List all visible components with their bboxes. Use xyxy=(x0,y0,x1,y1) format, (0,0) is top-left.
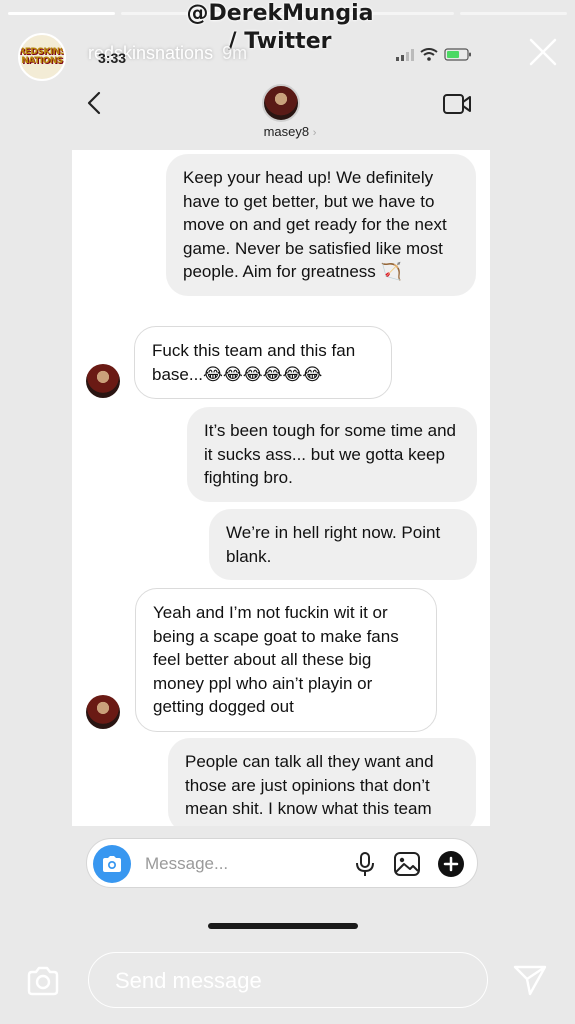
add-circle-icon[interactable] xyxy=(437,850,465,878)
phone-status-icons xyxy=(396,48,472,61)
story-time-ago: 9m xyxy=(222,43,248,63)
sender-avatar[interactable] xyxy=(86,695,120,729)
message-composer xyxy=(86,838,478,888)
message-input[interactable] xyxy=(145,851,345,877)
microphone-icon[interactable] xyxy=(351,850,379,878)
signal-icon xyxy=(396,48,414,61)
send-message-field[interactable] xyxy=(88,952,488,1008)
chevron-right-icon: › xyxy=(312,127,317,139)
send-icon[interactable] xyxy=(512,962,548,998)
progress-segment xyxy=(460,12,567,15)
message-text: Keep your head up! We definitely have to… xyxy=(183,168,447,281)
message-bubble-outgoing[interactable]: We’re in hell right now. Point blank. xyxy=(209,509,477,580)
story-avatar[interactable]: REDSKINS NATIONS xyxy=(18,33,66,81)
message-text: People can talk all they want and those … xyxy=(185,752,434,818)
message-text: We’re in hell right now. Point blank. xyxy=(226,523,441,566)
sender-avatar[interactable] xyxy=(86,364,120,398)
message-bubble-incoming[interactable]: Fuck this team and this fan base...😂😂😂😂😂… xyxy=(134,326,392,399)
message-bubble-incoming[interactable]: Yeah and I’m not fuckin wit it or being … xyxy=(135,588,437,732)
camera-icon[interactable] xyxy=(26,964,60,998)
battery-icon xyxy=(444,48,471,61)
message-text: Yeah and I’m not fuckin wit it or being … xyxy=(153,603,399,716)
message-text: It’s been tough for some time and it suc… xyxy=(204,421,457,487)
message-bubble-outgoing[interactable]: Keep your head up! We definitely have to… xyxy=(166,154,476,296)
video-call-icon[interactable] xyxy=(442,92,472,116)
send-message-input[interactable] xyxy=(115,967,455,995)
message-text: Fuck this team and this fan base...😂😂😂😂😂… xyxy=(152,341,356,384)
back-chevron-icon[interactable] xyxy=(80,88,110,118)
message-bubble-outgoing[interactable]: It’s been tough for some time and it suc… xyxy=(187,407,477,502)
avatar-logo-text: REDSKINS NATIONS xyxy=(18,47,66,66)
progress-segment xyxy=(8,12,115,15)
home-indicator xyxy=(208,923,358,929)
close-icon[interactable] xyxy=(527,36,559,68)
gallery-icon[interactable] xyxy=(393,850,421,878)
dm-username[interactable]: masey8 xyxy=(264,124,310,139)
dm-username-row[interactable]: masey8 › xyxy=(250,124,330,139)
message-thread[interactable]: Keep your head up! We definitely have to… xyxy=(72,150,490,826)
camera-icon xyxy=(103,856,121,872)
wifi-icon xyxy=(420,48,438,61)
message-bubble-outgoing[interactable]: People can talk all they want and those … xyxy=(168,738,476,826)
phone-status-time: 3:33 xyxy=(98,50,127,66)
camera-button[interactable] xyxy=(93,845,131,883)
dm-avatar[interactable] xyxy=(262,84,300,122)
